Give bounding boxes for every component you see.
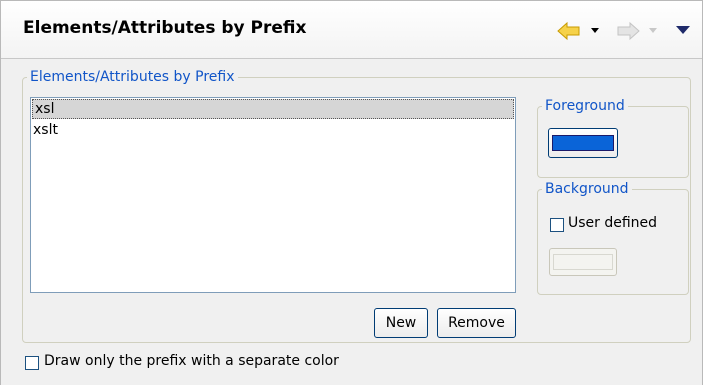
user-defined-label: User defined xyxy=(568,215,658,231)
view-title: Elements/Attributes by Prefix xyxy=(23,18,307,38)
view-header: Elements/Attributes by Prefix xyxy=(1,1,702,59)
background-color-button[interactable] xyxy=(549,248,617,276)
new-button[interactable]: New xyxy=(374,308,428,338)
draw-prefix-label: Draw only the prefix with a separate col… xyxy=(44,353,339,369)
arrow-right-icon xyxy=(617,21,640,41)
background-group: Background xyxy=(537,181,689,295)
foreground-color-button[interactable] xyxy=(548,128,618,158)
forward-history-chevron-down-icon xyxy=(649,28,657,33)
foreground-color-swatch xyxy=(552,135,614,151)
prefix-group-legend: Elements/Attributes by Prefix xyxy=(30,69,235,85)
background-legend: Background xyxy=(545,181,629,197)
back-history-chevron-down-icon[interactable] xyxy=(591,28,599,34)
view-menu-icon[interactable] xyxy=(676,26,690,35)
list-item[interactable]: xslt xyxy=(31,120,515,140)
foreground-legend: Foreground xyxy=(545,98,625,114)
user-defined-checkbox[interactable] xyxy=(550,218,564,232)
draw-prefix-checkbox[interactable] xyxy=(25,356,39,370)
remove-button[interactable]: Remove xyxy=(437,308,516,338)
arrow-left-icon[interactable] xyxy=(556,21,582,41)
background-color-swatch xyxy=(553,254,613,270)
list-item[interactable]: xsl xyxy=(32,99,514,119)
prefix-list[interactable]: xsl xslt xyxy=(30,97,516,293)
